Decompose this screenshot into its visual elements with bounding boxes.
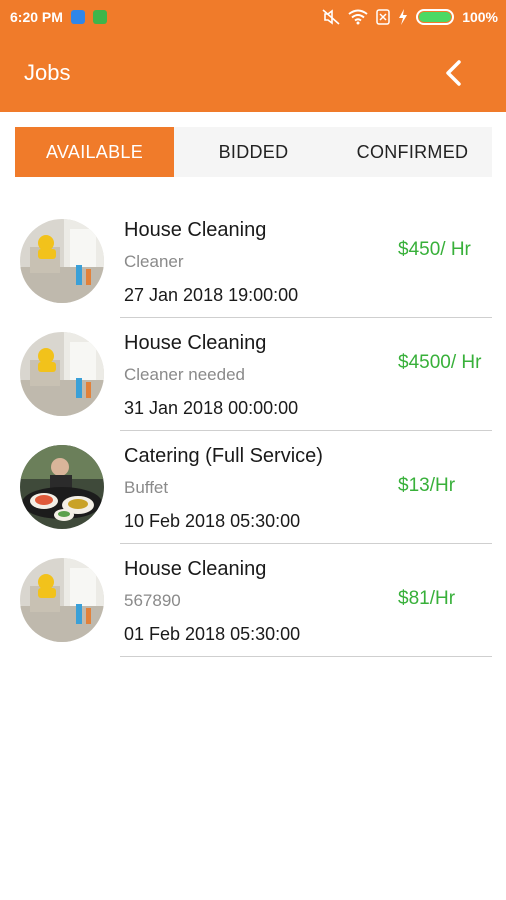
job-subtitle: Buffet	[124, 478, 169, 497]
job-details: Catering (Full Service) Buffet 10 Feb 20…	[124, 441, 323, 537]
job-title: House Cleaning	[124, 219, 267, 241]
status-left: 6:20 PM	[10, 9, 107, 25]
job-image-cleaning	[20, 332, 104, 416]
back-button[interactable]	[438, 58, 468, 88]
job-date: 27 Jan 2018 19:00:00	[124, 285, 299, 305]
tab-confirmed[interactable]: CONFIRMED	[333, 127, 492, 177]
job-price: $4500/ Hr	[398, 352, 482, 373]
notification-android-icon	[92, 10, 107, 24]
page-title: Jobs	[24, 60, 71, 85]
job-list: House Cleaning Cleaner 27 Jan 2018 19:00…	[0, 205, 506, 657]
job-price: $450/ Hr	[398, 239, 471, 260]
job-details: House Cleaning 567890 01 Feb 2018 05:30:…	[124, 554, 300, 650]
job-image-catering	[20, 445, 104, 529]
notification-app-icon	[70, 10, 85, 24]
mute-icon	[322, 9, 340, 25]
no-sim-icon	[376, 9, 390, 25]
tab-bidded[interactable]: BIDDED	[174, 127, 333, 177]
job-date: 31 Jan 2018 00:00:00	[124, 398, 299, 418]
job-details: House Cleaning Cleaner needed 31 Jan 201…	[124, 328, 298, 424]
app-bar: Jobs	[0, 34, 506, 112]
job-tabs: AVAILABLE BIDDED CONFIRMED	[15, 127, 492, 177]
job-date: 10 Feb 2018 05:30:00	[124, 511, 301, 531]
job-row[interactable]: Catering (Full Service) Buffet 10 Feb 20…	[0, 431, 506, 544]
job-subtitle: Cleaner needed	[124, 365, 245, 384]
job-price: $13/Hr	[398, 475, 456, 496]
job-row[interactable]: House Cleaning 567890 01 Feb 2018 05:30:…	[0, 544, 506, 657]
job-title: Catering (Full Service)	[124, 445, 323, 467]
chevron-left-icon	[446, 60, 461, 86]
job-row[interactable]: House Cleaning Cleaner needed 31 Jan 201…	[0, 318, 506, 431]
battery-level: 100%	[462, 9, 498, 25]
charging-icon	[399, 9, 408, 25]
job-date: 01 Feb 2018 05:30:00	[124, 624, 301, 644]
status-right: 100%	[322, 9, 498, 25]
job-title: House Cleaning	[124, 332, 267, 354]
job-title: House Cleaning	[124, 558, 267, 580]
job-image-cleaning	[20, 219, 104, 303]
job-row[interactable]: House Cleaning Cleaner 27 Jan 2018 19:00…	[0, 205, 506, 318]
wifi-icon	[348, 9, 368, 25]
job-subtitle: Cleaner	[124, 252, 184, 271]
status-bar: 6:20 PM 100%	[0, 0, 506, 34]
job-price: $81/Hr	[398, 588, 456, 609]
status-time: 6:20 PM	[10, 9, 63, 25]
battery-icon	[416, 9, 455, 25]
tab-available[interactable]: AVAILABLE	[15, 127, 174, 177]
row-divider	[120, 656, 492, 657]
job-details: House Cleaning Cleaner 27 Jan 2018 19:00…	[124, 215, 298, 311]
job-image-cleaning	[20, 558, 104, 642]
job-subtitle: 567890	[124, 591, 181, 610]
